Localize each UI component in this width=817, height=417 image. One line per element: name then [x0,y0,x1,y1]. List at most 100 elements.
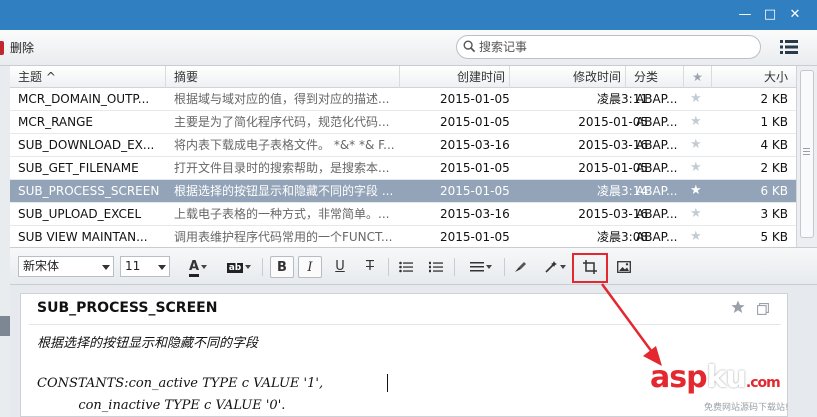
close-button[interactable]: ✕ [784,4,806,26]
table-row[interactable]: SUB VIEW MAINTAN... 调用表维护程序代码常用的一个FUNCT..… [10,226,796,249]
magic-wand-button[interactable] [538,256,572,278]
cell-category: ABAP... [636,230,678,244]
chevron-down-icon [102,265,110,270]
text-color-button[interactable]: A [180,256,216,278]
cell-abstract: 调用表维护程序代码常用的一个FUNCT... [174,230,393,244]
star-icon[interactable]: ★ [690,157,704,179]
star-icon[interactable]: ★ [690,203,704,225]
cell-category: ABAP... [636,138,678,152]
highlight-icon: ab [226,263,244,273]
star-icon[interactable]: ★ [690,226,704,248]
table-row[interactable]: MCR_RANGE 主要是为了简化程序代码，规范化代码... 2015-01-05 2… [10,111,796,134]
cell-created: 2015-03-16 [440,138,510,152]
col-abstract[interactable]: 摘要 [166,66,400,88]
italic-button[interactable]: I [298,256,322,278]
cell-abstract: 根据选择的按钮显示和隐藏不同的字段 ... [174,184,394,198]
cell-category: ABAP... [636,207,678,221]
cell-size: 1 KB [760,115,788,129]
col-modified[interactable]: 修改时间 [510,66,626,88]
cell-modified: 2015-01-05 [578,115,648,129]
cell-abstract: 将内表下载成电子表格文件。 *&* *& F... [174,138,395,152]
font-size-value: 11 [125,259,141,273]
chevron-down-icon [158,265,166,270]
maximize-button[interactable]: □ [759,4,781,26]
magic-wand-icon [545,260,557,273]
delete-icon [0,41,4,55]
insert-image-button[interactable] [612,256,636,278]
cell-modified: 2015-01-05 [578,161,648,175]
align-icon [470,261,484,271]
cell-abstract: 根据域与域对应的值，得到对应的描述... [174,92,390,106]
cell-size: 3 KB [760,207,788,221]
title-divider [29,324,781,325]
minimize-button[interactable]: — [734,4,756,26]
col-created[interactable]: 创建时间 [400,66,510,88]
table-row[interactable]: MCR_DOMAIN_OUTP... 根据域与域对应的值，得到对应的描述... 20… [10,88,796,111]
cell-created: 2015-01-05 [440,230,510,244]
star-icon[interactable]: ★ [690,111,704,133]
numbered-list-button[interactable] [424,256,448,278]
star-icon[interactable]: ★ [690,134,704,156]
table-scrollbar[interactable] [796,66,817,247]
search-input[interactable] [479,38,749,56]
bullet-list-button[interactable] [394,256,418,278]
brush-icon [515,261,526,272]
copy-icon[interactable] [757,303,769,315]
cell-size: 5 KB [760,230,788,244]
scrollbar-grip [803,148,810,149]
cell-category: ABAP... [636,92,678,106]
font-family-select[interactable]: 新宋体 [18,256,114,277]
search-box [456,35,761,59]
cell-category: ABAP... [636,115,678,129]
col-subject[interactable]: 主题 ^ [10,66,166,88]
favorite-star-icon[interactable] [731,300,745,314]
star-icon[interactable]: ★ [690,180,704,202]
search-icon [463,40,476,53]
font-family-value: 新宋体 [23,259,60,273]
strikethrough-button[interactable]: T [358,256,382,278]
table-row[interactable]: SUB_UPLOAD_EXCEL 上载电子表格的一种方式，非常简单。... 2015… [10,203,796,226]
font-size-select[interactable]: 11 [120,256,170,277]
cell-subject: SUB_PROCESS_SCREEN [18,184,160,198]
list-view-icon[interactable] [780,39,798,55]
align-button[interactable] [464,256,498,278]
table-row[interactable]: SUB_GET_FILENAME 打开文件目录时的搜索帮助，是搜索本... 2015… [10,157,796,180]
star-icon[interactable]: ★ [690,88,704,110]
image-icon [617,260,631,273]
crop-highlight-box [572,253,608,283]
highlight-color-button[interactable]: ab [220,256,258,278]
bold-button[interactable]: B [270,256,294,278]
col-category[interactable]: 分类 [626,66,684,88]
left-edge-panel [0,66,10,417]
format-painter-button[interactable] [508,256,532,278]
delete-label: 删除 [10,41,35,55]
cell-subject: SUB_DOWNLOAD_EX... [18,138,155,152]
watermark-tagline: 免费网站源码下载站! [704,403,789,413]
cell-modified: 凌晨3:14 [597,184,648,198]
separator [454,258,455,276]
text-cursor [387,374,388,392]
strikethrough-icon: T [366,259,374,274]
cell-subject: MCR_RANGE [18,115,93,129]
delete-button[interactable]: 删除 [0,38,34,58]
cell-modified: 2015-03-16 [578,207,648,221]
cell-modified: 凌晨3:08 [597,230,648,244]
title-bar: — □ ✕ [0,0,817,30]
chevron-down-icon [560,264,566,269]
watermark-logo: aspku.com [650,360,781,395]
col-size[interactable]: 大小 [712,66,796,88]
col-star[interactable]: ★ [684,66,712,88]
underline-button[interactable]: U [328,256,352,278]
cell-abstract: 打开文件目录时的搜索帮助，是搜索本... [174,161,390,175]
table-row[interactable]: SUB_PROCESS_SCREEN 根据选择的按钮显示和隐藏不同的字段 ... 2… [10,180,796,203]
separator [388,258,389,276]
cell-abstract: 上载电子表格的一种方式，非常简单。... [174,207,390,221]
cell-modified: 凌晨3:11 [597,92,648,106]
scrollbar-thumb[interactable] [800,70,814,238]
table-row[interactable]: SUB_DOWNLOAD_EX... 将内表下载成电子表格文件。 *&* *& F… [10,134,796,157]
text-color-icon: A [188,260,200,277]
watermark: aspku.com 免费网站源码下载站! [650,360,810,413]
note-line-4: con_inactive TYPE c VALUE '0'. [37,398,286,413]
bold-icon: B [277,260,287,275]
note-line-3: CONSTANTS:con_active TYPE c VALUE '1', [37,376,324,391]
